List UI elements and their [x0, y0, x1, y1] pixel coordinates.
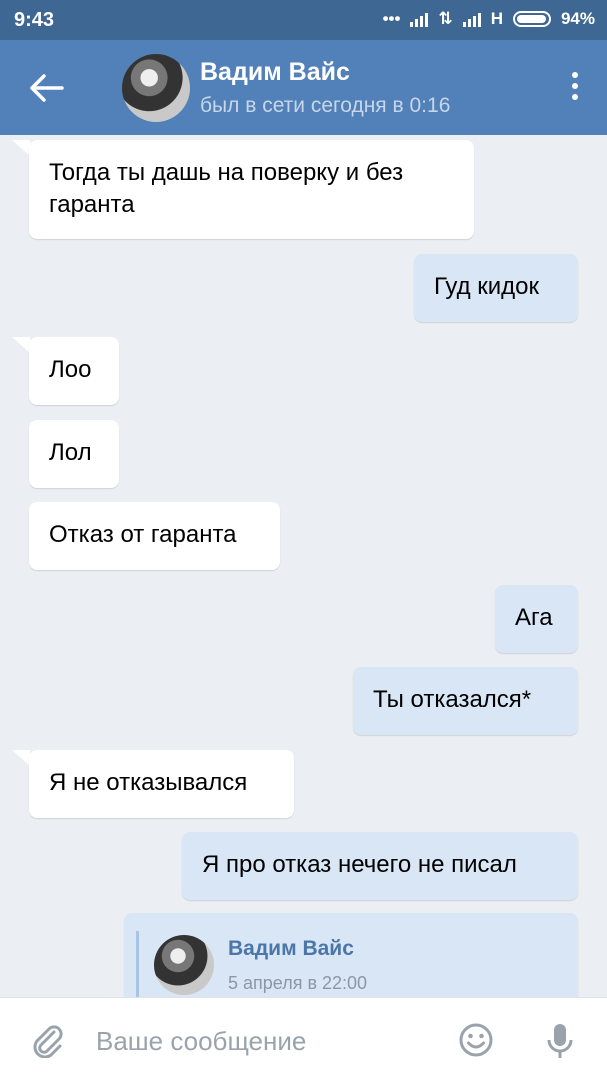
message-incoming[interactable]: Лоо — [29, 337, 119, 405]
microphone-icon — [547, 1024, 573, 1058]
message-outgoing[interactable]: Ты отказался* — [353, 667, 578, 735]
message-composer: Ваше сообщение — [0, 997, 607, 1081]
forwarded-author[interactable]: Вадим Вайс — [228, 937, 354, 961]
more-vertical-icon[interactable] — [569, 72, 581, 106]
message-incoming[interactable]: Отказ от гаранта — [29, 502, 280, 570]
chat-header: Вадим Вайс был в сети сегодня в 0:16 — [0, 40, 607, 135]
message-outgoing[interactable]: Гуд кидок — [414, 254, 578, 322]
contact-status: был в сети сегодня в 0:16 — [200, 94, 451, 117]
signal-icon — [410, 11, 429, 27]
message-outgoing[interactable]: Ага — [495, 585, 578, 653]
paperclip-icon — [33, 1025, 63, 1059]
signal-icon-2 — [462, 11, 481, 27]
message-input[interactable]: Ваше сообщение — [96, 1026, 306, 1057]
status-bar: 9:43 ••• ⇅ H 94% — [0, 0, 607, 40]
bubble-tail — [12, 750, 30, 766]
status-time: 9:43 — [14, 9, 55, 31]
dots-icon: ••• — [382, 9, 401, 28]
voice-button[interactable] — [546, 1022, 574, 1065]
status-icons: ••• ⇅ H 94% — [383, 9, 595, 29]
bubble-tail — [12, 140, 30, 156]
avatar[interactable] — [122, 54, 190, 122]
back-button[interactable] — [26, 70, 66, 106]
forwarded-date: 5 апреля в 22:00 — [228, 973, 368, 993]
attach-button[interactable] — [30, 1022, 64, 1063]
forwarded-avatar — [154, 935, 214, 995]
data-arrows-icon: ⇅ — [438, 9, 453, 28]
battery-level: 94% — [560, 9, 595, 28]
contact-name[interactable]: Вадим Вайс — [200, 58, 350, 87]
message-incoming[interactable]: Я не отказывался — [29, 750, 294, 818]
emoji-button[interactable] — [458, 1022, 494, 1063]
message-incoming[interactable]: Тогда ты дашь на поверку и без гаранта — [29, 140, 474, 239]
message-incoming[interactable]: Лол — [29, 420, 119, 488]
bubble-tail — [12, 337, 30, 353]
battery-icon — [512, 11, 551, 27]
network-type: H — [490, 9, 503, 28]
message-outgoing[interactable]: Я про отказ нечего не писал — [182, 832, 578, 900]
arrow-left-icon — [30, 74, 64, 102]
smile-icon — [459, 1023, 493, 1057]
